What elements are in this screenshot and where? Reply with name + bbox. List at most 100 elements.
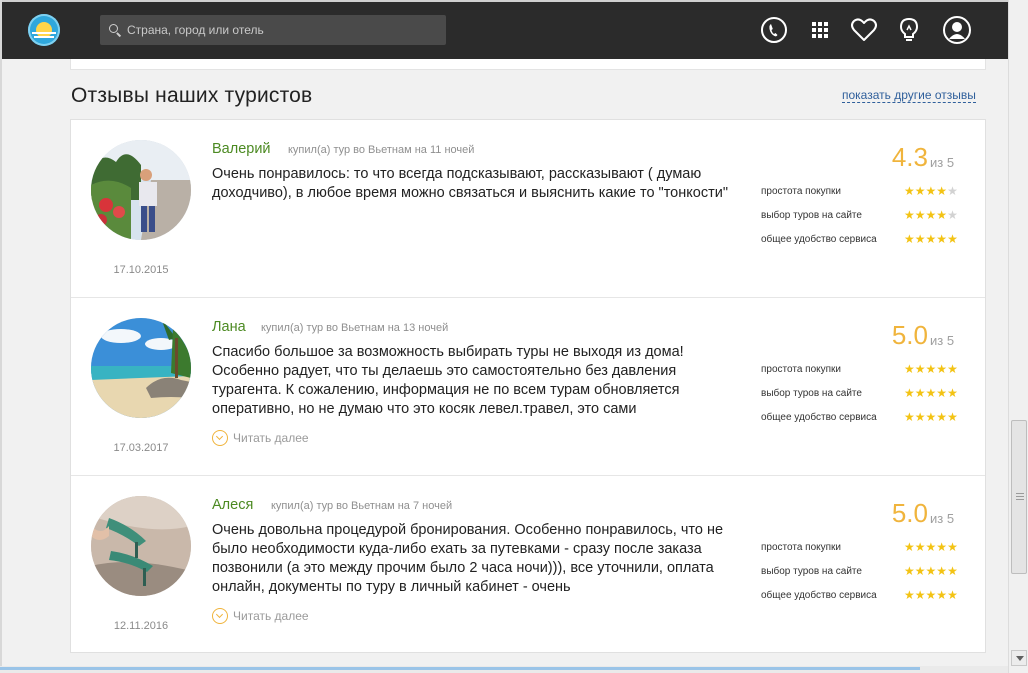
read-more-link[interactable]: Читать далее xyxy=(212,430,309,446)
rating-label: выбор туров на сайте xyxy=(761,388,862,399)
search-input[interactable] xyxy=(127,23,427,37)
star-icon: ★ xyxy=(914,540,926,554)
star-icon: ★ xyxy=(914,184,926,198)
star-rating-icon: ★★★★★ xyxy=(904,362,958,376)
rating-label: выбор туров на сайте xyxy=(761,210,862,221)
star-icon: ★ xyxy=(914,362,926,376)
read-more-label: Читать далее xyxy=(233,609,309,623)
star-icon: ★ xyxy=(925,540,937,554)
review-date: 17.03.2017 xyxy=(113,442,169,454)
star-icon: ★ xyxy=(914,564,926,578)
phone-icon[interactable] xyxy=(759,15,789,45)
star-icon: ★ xyxy=(947,564,958,578)
avatar xyxy=(91,318,191,418)
chevron-down-icon xyxy=(212,608,228,624)
star-icon: ★ xyxy=(947,386,958,400)
rating-row: общее удобство сервиса ★★★★★ xyxy=(761,588,971,604)
rating-label: общее удобство сервиса xyxy=(761,590,877,601)
rating-label: общее удобство сервиса xyxy=(761,412,877,423)
star-icon: ★ xyxy=(947,540,958,554)
chevron-down-icon xyxy=(212,430,228,446)
review-text: Спасибо большое за возможность выбирать … xyxy=(212,344,684,417)
read-more-link[interactable]: Читать далее xyxy=(212,608,309,624)
star-rating-icon: ★★★★★ xyxy=(904,184,958,198)
logo-icon[interactable] xyxy=(28,14,60,46)
review-tour-info: купил(а) тур во Вьетнам на 11 ночей xyxy=(288,144,475,156)
star-icon: ★ xyxy=(936,540,948,554)
rating-row: выбор туров на сайте ★★★★★ xyxy=(761,564,971,580)
score-value: 4.3 xyxy=(891,142,928,172)
search-box[interactable] xyxy=(100,15,446,45)
review-author[interactable]: Валерий xyxy=(212,141,271,157)
star-icon: ★ xyxy=(914,208,926,222)
show-other-reviews-link[interactable]: показать другие отзывы xyxy=(842,88,976,103)
star-icon: ★ xyxy=(904,362,915,376)
scrollbar-thumb[interactable] xyxy=(1011,420,1027,574)
rating-row: общее удобство сервиса ★★★★★ xyxy=(761,410,971,426)
star-icon: ★ xyxy=(936,410,948,424)
star-rating-icon: ★★★★★ xyxy=(904,232,958,246)
star-icon: ★ xyxy=(936,588,948,602)
star-rating-icon: ★★★★★ xyxy=(904,588,958,602)
scrollbar[interactable] xyxy=(1008,0,1028,673)
window-frame-left xyxy=(0,0,2,673)
star-icon: ★ xyxy=(904,386,915,400)
star-icon: ★ xyxy=(925,386,937,400)
star-icon: ★ xyxy=(925,362,937,376)
bulb-icon[interactable] xyxy=(894,15,924,45)
star-icon: ★ xyxy=(914,386,926,400)
rating-label: выбор туров на сайте xyxy=(761,566,862,577)
star-icon: ★ xyxy=(936,184,948,198)
star-icon: ★ xyxy=(904,410,915,424)
rating-label: простота покупки xyxy=(761,186,841,197)
star-icon: ★ xyxy=(925,208,937,222)
avatar xyxy=(91,140,191,240)
rating-row: выбор туров на сайте ★★★★★ xyxy=(761,386,971,402)
star-rating-icon: ★★★★★ xyxy=(904,564,958,578)
top-navigation-bar xyxy=(2,2,1008,59)
star-icon: ★ xyxy=(936,362,948,376)
review-author[interactable]: Алеся xyxy=(212,497,253,513)
heart-icon[interactable] xyxy=(849,15,879,45)
review-tour-info: купил(а) тур во Вьетнам на 13 ночей xyxy=(261,322,449,334)
star-rating-icon: ★★★★★ xyxy=(904,208,958,222)
star-icon: ★ xyxy=(947,208,958,222)
rating-label: простота покупки xyxy=(761,542,841,553)
star-icon: ★ xyxy=(947,410,958,424)
star-icon: ★ xyxy=(936,564,948,578)
rating-row: простота покупки ★★★★★ xyxy=(761,362,971,378)
star-icon: ★ xyxy=(925,588,937,602)
star-icon: ★ xyxy=(936,386,948,400)
star-icon: ★ xyxy=(904,208,915,222)
review-score: 5.0 из 5 xyxy=(828,498,968,532)
review-score: 4.3 из 5 xyxy=(828,142,968,176)
review-tour-info: купил(а) тур во Вьетнам на 7 ночей xyxy=(271,500,453,512)
star-icon: ★ xyxy=(925,184,937,198)
review-item: 17.03.2017 Лана купил(а) тур во Вьетнам … xyxy=(71,298,985,476)
search-icon xyxy=(109,24,121,36)
apps-grid-icon[interactable] xyxy=(805,15,835,45)
section-title: Отзывы наших туристов xyxy=(71,84,313,107)
star-icon: ★ xyxy=(904,232,915,246)
rating-row: выбор туров на сайте ★★★★★ xyxy=(761,208,971,224)
rating-label: общее удобство сервиса xyxy=(761,234,877,245)
star-icon: ★ xyxy=(936,232,948,246)
score-value: 5.0 xyxy=(891,320,928,350)
star-icon: ★ xyxy=(947,588,958,602)
rating-row: простота покупки ★★★★★ xyxy=(761,184,971,200)
read-more-label: Читать далее xyxy=(233,431,309,445)
profile-icon[interactable] xyxy=(942,15,972,45)
review-item: 17.10.2015 Валерий купил(а) тур во Вьетн… xyxy=(71,120,985,298)
rating-row: общее удобство сервиса ★★★★★ xyxy=(761,232,971,248)
review-text: Очень довольна процедурой бронирования. … xyxy=(212,522,724,595)
star-icon: ★ xyxy=(947,362,958,376)
star-icon: ★ xyxy=(947,184,958,198)
star-icon: ★ xyxy=(904,540,915,554)
avatar xyxy=(91,496,191,596)
score-of-label: из 5 xyxy=(930,155,955,170)
review-date: 17.10.2015 xyxy=(113,264,169,276)
rating-row: простота покупки ★★★★★ xyxy=(761,540,971,556)
scroll-down-arrow-icon[interactable] xyxy=(1011,650,1027,666)
previous-card-edge xyxy=(70,59,986,70)
review-author[interactable]: Лана xyxy=(212,319,246,335)
